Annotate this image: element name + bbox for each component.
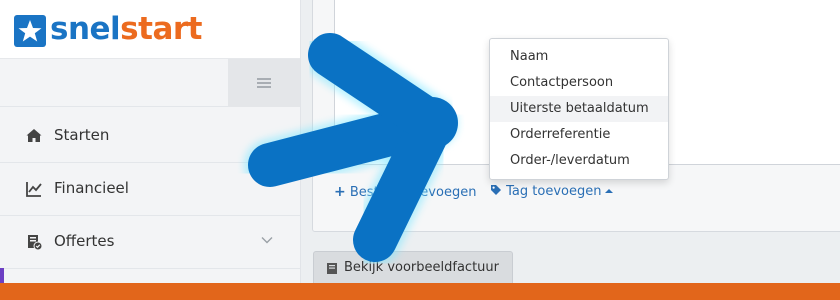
sidebar-toggle-button[interactable] bbox=[228, 59, 300, 107]
sidebar-item-financieel[interactable]: Financieel bbox=[0, 163, 300, 216]
caret-up-icon bbox=[605, 189, 614, 193]
dropdown-item-naam[interactable]: Naam bbox=[490, 44, 668, 70]
tag-dropdown-menu: Naam Contactpersoon Uiterste betaaldatum… bbox=[489, 38, 669, 180]
sidebar-item-offertes[interactable]: Offertes bbox=[0, 216, 300, 269]
brand-name-part1: snel bbox=[50, 11, 121, 47]
sidebar-item-starten[interactable]: Starten bbox=[0, 110, 300, 163]
dropdown-item-label: Orderreferentie bbox=[510, 127, 611, 142]
hamburger-icon bbox=[257, 78, 271, 88]
dropdown-item-label: Naam bbox=[510, 49, 549, 64]
sidebar-item-label: Starten bbox=[54, 126, 110, 144]
add-tag-label: Tag toevoegen bbox=[506, 184, 602, 199]
dropdown-item-order-leverdatum[interactable]: Order-/leverdatum bbox=[490, 148, 668, 174]
dropdown-item-label: Uiterste betaaldatum bbox=[510, 101, 649, 116]
book-icon bbox=[327, 263, 337, 274]
dropdown-item-uiterste-betaaldatum[interactable]: Uiterste betaaldatum bbox=[490, 96, 668, 122]
chevron-down-icon bbox=[261, 237, 273, 244]
plus-icon: + bbox=[334, 184, 346, 200]
logo-area: snelstart bbox=[0, 0, 300, 59]
line-chart-icon bbox=[26, 182, 42, 197]
star-logo-icon bbox=[14, 15, 46, 47]
sidebar-item-label: Offertes bbox=[54, 232, 115, 250]
home-icon bbox=[26, 129, 42, 142]
preview-invoice-label: Bekijk voorbeeldfactuur bbox=[344, 260, 499, 275]
add-file-label: Bestand toevoegen bbox=[349, 185, 477, 200]
quote-document-icon bbox=[28, 235, 43, 251]
dropdown-item-label: Order-/leverdatum bbox=[510, 153, 630, 168]
add-tag-link[interactable]: Tag toevoegen bbox=[490, 184, 614, 199]
brand-logo: snelstart bbox=[50, 7, 202, 51]
add-file-link[interactable]: + Bestand toevoegen bbox=[334, 184, 476, 200]
preview-invoice-button[interactable]: Bekijk voorbeeldfactuur bbox=[313, 251, 513, 287]
dropdown-item-contactpersoon[interactable]: Contactpersoon bbox=[490, 70, 668, 96]
brand-name-part2: start bbox=[120, 11, 202, 47]
bottom-accent-bar bbox=[0, 283, 840, 300]
tag-icon bbox=[491, 185, 501, 195]
dropdown-item-orderreferentie[interactable]: Orderreferentie bbox=[490, 122, 668, 148]
sidebar: snelstart Starten Financieel Offertes bbox=[0, 0, 301, 300]
sidebar-item-label: Financieel bbox=[54, 179, 129, 197]
sidebar-toggle-row bbox=[0, 58, 300, 107]
dropdown-item-label: Contactpersoon bbox=[510, 75, 614, 90]
